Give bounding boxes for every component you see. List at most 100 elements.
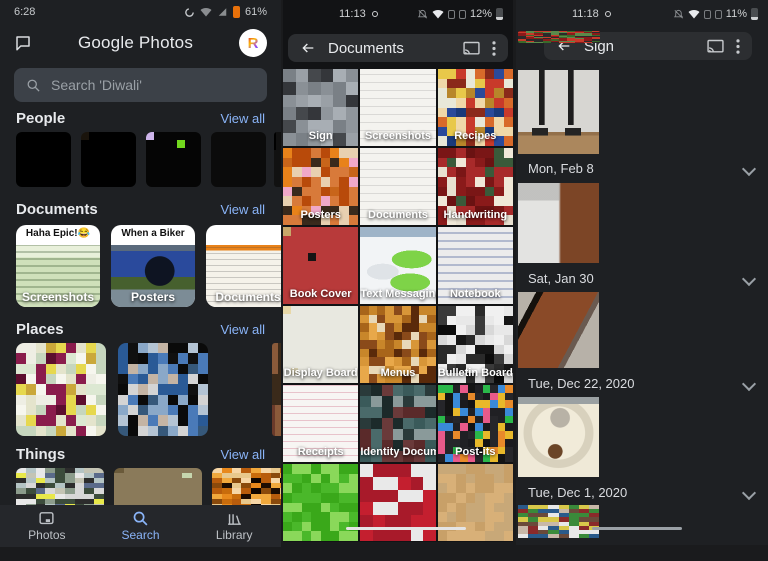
right-page-title: Sign bbox=[584, 38, 695, 55]
sim1-icon bbox=[704, 10, 711, 19]
tile-label: Book Cover bbox=[283, 288, 358, 300]
category-tile-handwriting[interactable]: Handwriting bbox=[438, 148, 513, 225]
places-thumb[interactable] bbox=[16, 343, 106, 436]
search-nav-icon bbox=[132, 510, 149, 527]
search-icon bbox=[26, 78, 41, 93]
category-tile-menus[interactable]: Menus bbox=[360, 306, 435, 383]
category-tile-posters[interactable]: Posters bbox=[283, 148, 358, 225]
chat-icon[interactable] bbox=[14, 34, 32, 52]
things-title: Things bbox=[16, 446, 65, 463]
right-battery-percent: 11% bbox=[726, 8, 747, 20]
middle-battery-percent: 12% bbox=[470, 8, 492, 20]
documents-view-all-link[interactable]: View all bbox=[220, 202, 265, 217]
category-tile-bulletin-board[interactable]: Bulletin Board bbox=[438, 306, 513, 383]
places-view-all-link[interactable]: View all bbox=[220, 322, 265, 337]
documents-section-header: Documents View all bbox=[0, 201, 281, 218]
category-tile-sign[interactable]: Sign bbox=[283, 69, 358, 146]
more-menu-icon[interactable] bbox=[492, 41, 496, 56]
left-status-icons: 61% bbox=[184, 6, 267, 18]
left-phone-panel: 6:28 61% Google Photos R Search 'Diwali'… bbox=[0, 0, 281, 547]
places-thumb-partial[interactable] bbox=[272, 343, 281, 436]
tile-label: Notebook bbox=[438, 288, 513, 300]
tile-label: Documents bbox=[360, 209, 435, 221]
sim1-icon bbox=[448, 10, 455, 19]
card-label: Screenshots bbox=[16, 290, 100, 304]
left-status-bar: 6:28 61% bbox=[0, 0, 281, 24]
nav-search[interactable]: Search bbox=[94, 505, 188, 547]
wifi-icon bbox=[688, 9, 700, 19]
date-group-header: Sat, Jan 30 bbox=[528, 271, 754, 286]
category-tile-text-messaging[interactable]: Text Messaging bbox=[360, 227, 435, 304]
document-card-posters[interactable]: When a Biker Posters bbox=[111, 225, 195, 307]
chevron-down-icon[interactable] bbox=[742, 485, 756, 499]
sim2-icon bbox=[459, 10, 466, 19]
photo-snow-door[interactable] bbox=[518, 183, 599, 263]
things-view-all-link[interactable]: View all bbox=[220, 447, 265, 462]
screenshot-collage: 6:28 61% Google Photos R Search 'Diwali'… bbox=[0, 0, 768, 561]
category-tile-post-its[interactable]: Post-its bbox=[438, 385, 513, 462]
category-tile-receipts[interactable]: Receipts bbox=[283, 385, 358, 462]
photo-speaker-stands[interactable] bbox=[518, 70, 599, 154]
category-tile-recipes[interactable]: Recipes bbox=[438, 69, 513, 146]
back-icon[interactable] bbox=[300, 40, 316, 56]
photo-partial[interactable] bbox=[518, 505, 599, 538]
bottom-nav: Photos Search Library bbox=[0, 505, 281, 547]
chevron-down-icon[interactable] bbox=[742, 271, 756, 285]
battery-icon bbox=[233, 6, 240, 18]
right-status-bar: 11:18 11% bbox=[516, 0, 768, 28]
document-card-screenshots[interactable]: Haha Epic!😂 Screenshots bbox=[16, 225, 100, 307]
gesture-bar[interactable] bbox=[592, 527, 682, 530]
date-group-header: Mon, Feb 8 bbox=[528, 161, 754, 176]
date-label: Mon, Feb 8 bbox=[528, 161, 594, 176]
gesture-bar[interactable] bbox=[346, 527, 466, 530]
people-thumb[interactable] bbox=[81, 132, 136, 187]
nav-photos[interactable]: Photos bbox=[0, 505, 94, 547]
category-tile-identity-document[interactable]: Identity Document bbox=[360, 385, 435, 462]
people-thumb[interactable] bbox=[16, 132, 71, 187]
more-menu-icon[interactable] bbox=[736, 39, 740, 54]
tile-label: Receipts bbox=[283, 446, 358, 458]
avatar-letter: R bbox=[248, 35, 259, 52]
places-section-header: Places View all bbox=[0, 321, 281, 338]
photo-rusty-sign[interactable] bbox=[518, 292, 599, 368]
tile-label: Display Board bbox=[283, 367, 358, 379]
middle-status-bar: 11:13 12% bbox=[283, 0, 513, 28]
cast-icon[interactable] bbox=[463, 41, 480, 56]
photo-cream-object[interactable] bbox=[518, 397, 599, 477]
documents-row: Haha Epic!😂 Screenshots When a Biker Pos… bbox=[0, 225, 281, 307]
category-tile-notebook[interactable]: Notebook bbox=[438, 227, 513, 304]
wifi-icon bbox=[432, 9, 444, 19]
cast-icon[interactable] bbox=[707, 39, 724, 54]
people-thumb[interactable] bbox=[211, 132, 266, 187]
category-tile-documents[interactable]: Documents bbox=[360, 148, 435, 225]
document-card-documents[interactable]: Documents bbox=[206, 225, 281, 307]
chevron-down-icon[interactable] bbox=[742, 376, 756, 390]
left-battery-percent: 61% bbox=[245, 6, 267, 18]
people-thumb[interactable] bbox=[146, 132, 201, 187]
chevron-down-icon[interactable] bbox=[742, 161, 756, 175]
middle-status-icons: 12% bbox=[417, 8, 503, 20]
right-phone-panel: 11:18 11% Sign Mon, Feb 8 bbox=[516, 0, 768, 545]
places-thumb[interactable] bbox=[118, 343, 208, 436]
middle-app-bar: Documents bbox=[288, 34, 508, 62]
people-section-header: People View all bbox=[0, 110, 281, 127]
card-label: Documents bbox=[206, 290, 281, 304]
nav-photos-label: Photos bbox=[28, 528, 65, 542]
people-thumb-partial[interactable] bbox=[274, 132, 281, 187]
date-label: Sat, Jan 30 bbox=[528, 271, 594, 286]
category-tile-screenshots[interactable]: Screenshots bbox=[360, 69, 435, 146]
middle-phone-panel: 11:13 12% Documents Sign Screenshots Rec… bbox=[283, 0, 513, 542]
notifications-off-icon bbox=[417, 9, 428, 20]
search-input[interactable]: Search 'Diwali' bbox=[14, 68, 267, 102]
alarm-icon bbox=[605, 11, 611, 17]
tile-label: Bulletin Board bbox=[438, 367, 513, 379]
category-tile-book-cover[interactable]: Book Cover bbox=[283, 227, 358, 304]
right-status-icons: 11% bbox=[673, 8, 758, 20]
tile-label: Menus bbox=[360, 367, 435, 379]
avatar[interactable]: R bbox=[239, 29, 267, 57]
date-group-header: Tue, Dec 22, 2020 bbox=[528, 376, 754, 391]
card-label: Posters bbox=[111, 290, 195, 304]
category-tile-display-board[interactable]: Display Board bbox=[283, 306, 358, 383]
people-view-all-link[interactable]: View all bbox=[220, 111, 265, 126]
nav-library[interactable]: Library bbox=[187, 505, 281, 547]
